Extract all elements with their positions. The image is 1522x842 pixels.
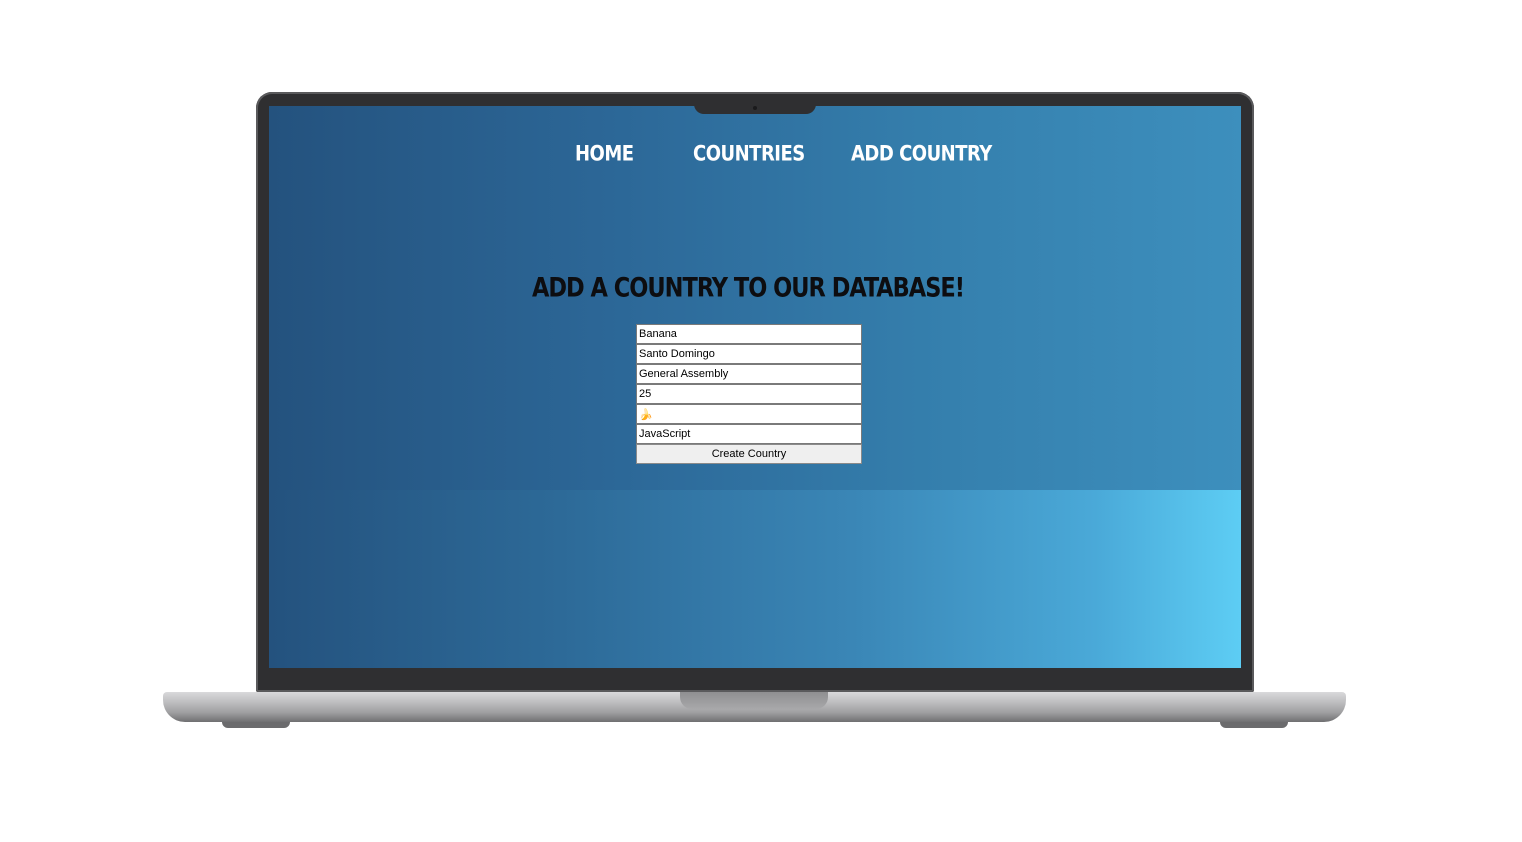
main-nav: Home Countries Add Country xyxy=(269,136,1241,170)
laptop-screen: Home Countries Add Country Add a Country… xyxy=(269,106,1241,668)
laptop-foot-right xyxy=(1220,722,1288,728)
laptop-mockup: Home Countries Add Country Add a Country… xyxy=(0,0,1522,842)
camera-notch xyxy=(694,104,816,114)
page-title: Add a Country to our Database! xyxy=(531,271,965,303)
nav-add-country-link[interactable]: Add Country xyxy=(851,135,992,171)
laptop-foot-left xyxy=(222,722,290,728)
create-country-button[interactable]: Create Country xyxy=(636,444,862,464)
flag-emoji-field[interactable] xyxy=(636,404,862,424)
page-hero: Home Countries Add Country Add a Country… xyxy=(269,106,1241,490)
population-field[interactable] xyxy=(636,384,862,404)
add-country-form: Create Country xyxy=(636,324,862,464)
nav-countries-link[interactable]: Countries xyxy=(693,135,805,171)
country-name-field[interactable] xyxy=(636,324,862,344)
currency-field[interactable] xyxy=(636,424,862,444)
camera-icon xyxy=(753,106,757,110)
laptop-hinge-notch xyxy=(680,692,828,709)
language-field[interactable] xyxy=(636,364,862,384)
nav-home-link[interactable]: Home xyxy=(575,135,634,171)
capital-field[interactable] xyxy=(636,344,862,364)
